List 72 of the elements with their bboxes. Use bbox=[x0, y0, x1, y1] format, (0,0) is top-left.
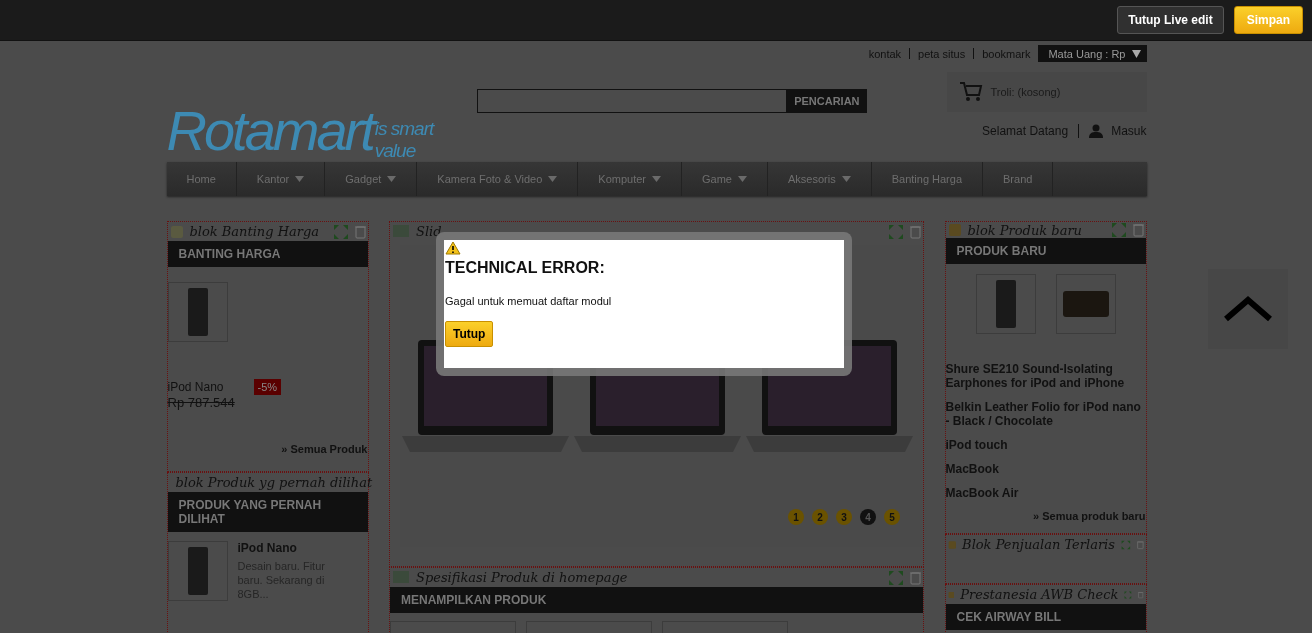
product-link[interactable]: iPod touch bbox=[945, 438, 1146, 452]
product-link[interactable]: Belkin Leather Folio for iPod nano - Black / Chocolate bbox=[945, 400, 1146, 428]
module-icon bbox=[392, 223, 410, 240]
login-link[interactable]: Masuk bbox=[1111, 124, 1147, 138]
warning-icon bbox=[445, 241, 461, 255]
toolbar-button[interactable]: Simpan bbox=[1233, 6, 1303, 34]
product-name[interactable]: iPod Nano bbox=[167, 380, 224, 394]
module-editor-title: Blok Penjualan Terlaris bbox=[962, 537, 1115, 552]
nav-item[interactable]: Gadget bbox=[325, 162, 418, 196]
module-editor-title: blok Produk baru bbox=[967, 222, 1083, 238]
product-link[interactable]: MacBook Air bbox=[945, 486, 1146, 500]
module-editor-title: Spesifikasi Produk di homepage bbox=[416, 570, 629, 585]
module-icon bbox=[169, 224, 184, 239]
currency-dropdown[interactable]: Mata Uang : Rp bbox=[1038, 45, 1147, 62]
discount-badge: -5% bbox=[253, 379, 282, 395]
expand-icon[interactable] bbox=[332, 223, 349, 240]
product-name[interactable]: iPod Nano bbox=[237, 541, 348, 555]
nav-item[interactable]: Brand bbox=[983, 162, 1054, 196]
module-title: MENAMPILKAN PRODUK bbox=[390, 587, 923, 613]
module-editor-title: blok Produk yg pernah dilihat bbox=[175, 475, 373, 490]
all-products-link[interactable]: » Semua Produk bbox=[167, 443, 368, 471]
module-editor-title: blok Banting Harga bbox=[189, 224, 321, 239]
product-image[interactable] bbox=[167, 282, 228, 342]
close-button[interactable]: Tutup bbox=[445, 321, 494, 347]
expand-icon[interactable] bbox=[888, 223, 904, 240]
header-link[interactable]: bookmark bbox=[982, 47, 1031, 60]
all-products-link[interactable]: » Semua produk baru bbox=[945, 510, 1146, 538]
expand-icon[interactable] bbox=[888, 569, 904, 586]
old-price: Rp 787.544 bbox=[167, 395, 236, 410]
trash-icon[interactable] bbox=[910, 570, 921, 585]
module-title: PRODUK BARU bbox=[945, 238, 1146, 264]
product-link[interactable]: Shure SE210 Sound-Isolating Earphones for iPod and iPhone bbox=[945, 362, 1146, 390]
product-image[interactable] bbox=[1055, 274, 1116, 334]
expand-icon[interactable] bbox=[1110, 222, 1127, 238]
product-link[interactable]: MacBook bbox=[945, 462, 1146, 476]
product-image[interactable] bbox=[167, 541, 228, 601]
nav-item[interactable]: Kamera Foto & Video bbox=[417, 162, 579, 196]
cart-icon bbox=[958, 81, 983, 103]
module-icon bbox=[947, 223, 962, 237]
product-image[interactable] bbox=[975, 274, 1036, 334]
slider-page-button[interactable]: 1 bbox=[788, 509, 804, 525]
trash-icon[interactable] bbox=[910, 224, 921, 239]
module-title: CEK AIRWAY BILL bbox=[945, 604, 1146, 630]
caret-icon bbox=[1131, 49, 1141, 58]
module-editor-title: Prestanesia AWB Check bbox=[960, 587, 1119, 602]
logo-tagline: is smart value bbox=[374, 118, 436, 162]
dialog-message: Gagal untuk memuat daftar modul bbox=[445, 295, 612, 307]
search-field[interactable] bbox=[476, 89, 787, 113]
scroll-to-top-button[interactable] bbox=[1208, 269, 1288, 349]
nav-item[interactable]: Komputer bbox=[578, 162, 683, 196]
welcome-text: Selamat Datang bbox=[982, 124, 1069, 138]
search-button[interactable]: PENCARIAN bbox=[786, 89, 867, 113]
chevron-up-icon bbox=[1223, 296, 1273, 322]
slider-page-button[interactable]: 2 bbox=[812, 509, 828, 525]
slider-page-button[interactable]: 5 bbox=[884, 509, 900, 525]
module-icon bbox=[392, 569, 410, 586]
trash-icon[interactable] bbox=[354, 224, 366, 239]
module-title: BANTING HARGA bbox=[167, 241, 368, 267]
nav-item[interactable]: Kantor bbox=[236, 162, 326, 196]
header-link[interactable]: kontak bbox=[868, 47, 902, 60]
toolbar-button[interactable]: Tutup Live edit bbox=[1117, 6, 1224, 34]
nav-item[interactable]: Aksesoris bbox=[768, 162, 872, 196]
dialog-title: TECHNICAL ERROR: bbox=[445, 259, 605, 277]
trash-icon[interactable] bbox=[1132, 223, 1144, 237]
slider-page-button[interactable]: 3 bbox=[836, 509, 852, 525]
nav-item[interactable]: Game bbox=[682, 162, 768, 196]
module-title: PRODUK YANG PERNAH DILIHAT bbox=[167, 492, 368, 532]
slider-page-button[interactable]: 4 bbox=[860, 509, 876, 525]
user-icon bbox=[1089, 124, 1104, 138]
module-editor-title: Slid bbox=[416, 224, 443, 239]
nav-item[interactable]: Home bbox=[166, 162, 237, 196]
nav-item[interactable]: Banting Harga bbox=[871, 162, 983, 196]
